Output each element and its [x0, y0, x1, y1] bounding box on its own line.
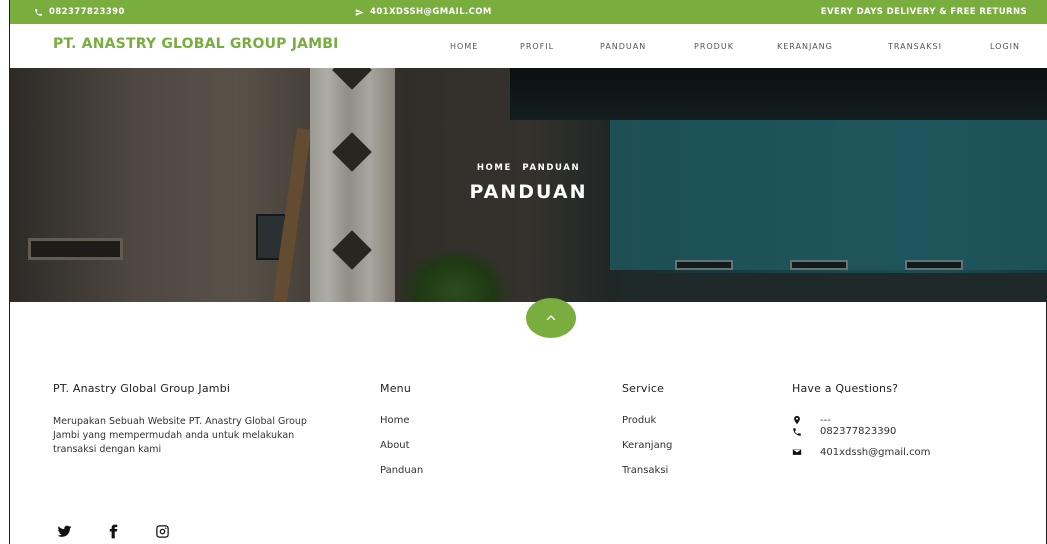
instagram-icon — [155, 524, 169, 538]
footer-service-transaksi[interactable]: Transaksi — [622, 465, 672, 476]
footer-contact-heading: Have a Questions? — [792, 382, 899, 395]
contact-email[interactable]: 401xdssh@gmail.com — [820, 447, 930, 458]
footer-contact: Have a Questions? --- 082377823390 401xd… — [792, 382, 930, 468]
brand-logo[interactable]: PT. ANASTRY GLOBAL GROUP JAMBI — [53, 36, 339, 52]
nav-profil[interactable]: PROFIL — [520, 42, 554, 51]
footer-menu-heading: Menu — [380, 382, 412, 395]
facebook-icon — [109, 524, 117, 538]
envelope-icon — [792, 449, 802, 455]
breadcrumb-home[interactable]: HOME — [477, 163, 512, 173]
phone-icon — [793, 428, 801, 436]
footer-service: Service Produk Keranjang Transaksi — [622, 382, 672, 490]
hero-banner: HOME PANDUAN PANDUAN — [10, 68, 1047, 302]
breadcrumb-current: PANDUAN — [522, 163, 581, 173]
page-title: PANDUAN — [469, 181, 588, 203]
paper-plane-icon — [355, 8, 364, 16]
nav-produk[interactable]: PRODUK — [694, 42, 734, 51]
footer-menu-panduan[interactable]: Panduan — [380, 465, 423, 476]
footer-service-heading: Service — [622, 382, 665, 395]
scroll-up-button[interactable] — [526, 298, 576, 338]
nav-panduan[interactable]: PANDUAN — [600, 42, 646, 51]
footer-about-heading: PT. Anastry Global Group Jambi — [53, 382, 231, 395]
contact-address: --- — [820, 415, 831, 426]
phone-icon — [35, 8, 42, 16]
nav-transaksi[interactable]: TRANSAKSI — [888, 42, 942, 51]
nav-keranjang[interactable]: KERANJANG — [777, 42, 833, 51]
footer-service-keranjang[interactable]: Keranjang — [622, 440, 672, 451]
twitter-link[interactable] — [53, 520, 75, 542]
nav-login[interactable]: LOGIN — [990, 42, 1020, 51]
contact-address-phone: --- 082377823390 — [792, 415, 930, 437]
footer-menu: Menu Home About Panduan — [380, 382, 423, 490]
topbar-delivery-text: EVERY DAYS DELIVERY & FREE RETURNS — [820, 7, 1027, 17]
topbar-email-text: 401XDSSH@GMAIL.COM — [370, 7, 492, 17]
contact-email-row: 401xdssh@gmail.com — [792, 447, 930, 458]
footer-menu-about[interactable]: About — [380, 440, 423, 451]
footer-about: PT. Anastry Global Group Jambi Merupakan… — [53, 382, 313, 457]
footer-about-text: Merupakan Sebuah Website PT. Anastry Glo… — [53, 416, 307, 455]
topbar-email[interactable]: 401XDSSH@GMAIL.COM — [355, 7, 492, 17]
top-info-bar: 082377823390 401XDSSH@GMAIL.COM EVERY DA… — [10, 0, 1047, 24]
footer-service-produk[interactable]: Produk — [622, 415, 672, 426]
contact-phone[interactable]: 082377823390 — [820, 426, 896, 437]
footer-menu-home[interactable]: Home — [380, 415, 423, 426]
nav-home[interactable]: HOME — [450, 42, 478, 51]
instagram-link[interactable] — [151, 520, 173, 542]
topbar-phone-text: 082377823390 — [49, 7, 125, 17]
navbar: PT. ANASTRY GLOBAL GROUP JAMBI HOME PROF… — [10, 24, 1047, 68]
topbar-delivery: EVERY DAYS DELIVERY & FREE RETURNS — [821, 7, 1027, 17]
topbar-phone[interactable]: 082377823390 — [34, 7, 125, 17]
social-links — [53, 520, 173, 542]
facebook-link[interactable] — [102, 520, 124, 542]
twitter-icon — [57, 525, 71, 537]
footer: PT. Anastry Global Group Jambi Merupakan… — [10, 302, 1047, 544]
map-marker-icon — [794, 415, 800, 425]
breadcrumb: HOME PANDUAN — [10, 163, 1047, 173]
chevron-up-icon — [546, 315, 556, 321]
